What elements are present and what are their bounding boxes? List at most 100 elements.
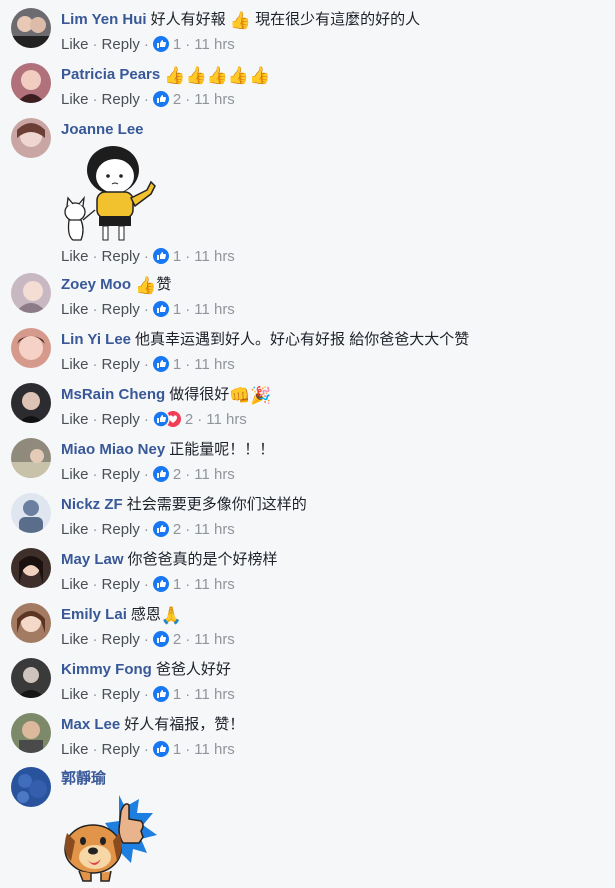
reaction-count[interactable]: 2	[173, 466, 181, 483]
like-button[interactable]: Like	[61, 631, 89, 648]
like-reaction-icon[interactable]	[152, 248, 169, 270]
like-love-reaction-icon[interactable]	[152, 410, 181, 433]
avatar[interactable]	[11, 658, 51, 698]
comment-author[interactable]: Nickz ZF	[61, 496, 123, 513]
avatar[interactable]	[11, 8, 51, 48]
comment-text: 感恩	[130, 606, 161, 623]
reaction-count[interactable]: 2	[185, 411, 193, 428]
like-reaction-icon[interactable]	[152, 36, 169, 58]
avatar[interactable]	[11, 603, 51, 643]
avatar[interactable]	[11, 383, 51, 423]
comment-text: 好人有福报，赞！	[124, 716, 245, 733]
reaction-count[interactable]: 1	[173, 686, 181, 703]
reply-button[interactable]: Reply	[102, 521, 140, 538]
comments-feed: Lim Yen Hui 好人有好報 👍 現在很少有這麼的好的人 Like · Repl…	[0, 0, 615, 885]
thumbs-up-emoji: 👍👍👍👍👍	[164, 66, 271, 85]
like-button[interactable]: Like	[61, 741, 89, 758]
avatar[interactable]	[11, 713, 51, 753]
comment-timestamp[interactable]: 11 hrs	[206, 411, 247, 428]
comment-author[interactable]: Max Lee	[61, 716, 120, 733]
comment-text: 爸爸人好好	[155, 661, 231, 678]
girl-cat-sticker[interactable]	[61, 140, 161, 249]
comment-timestamp[interactable]: 11 hrs	[194, 631, 235, 648]
reaction-count[interactable]: 1	[173, 741, 181, 758]
dog-thumbs-up-sticker[interactable]	[61, 791, 161, 888]
like-reaction-icon[interactable]	[152, 741, 169, 763]
comment-author[interactable]: MsRain Cheng	[61, 386, 165, 403]
reply-button[interactable]: Reply	[102, 301, 140, 318]
reaction-count[interactable]: 1	[173, 301, 181, 318]
comment-author[interactable]: Kimmy Fong	[61, 661, 152, 678]
like-button[interactable]: Like	[61, 248, 89, 265]
like-button[interactable]: Like	[61, 301, 89, 318]
comment-timestamp[interactable]: 11 hrs	[194, 521, 235, 538]
comment-author[interactable]: Emily Lai	[61, 606, 127, 623]
reply-button[interactable]: Reply	[102, 741, 140, 758]
reply-button[interactable]: Reply	[102, 411, 140, 428]
like-reaction-icon[interactable]	[152, 301, 169, 323]
comment-timestamp[interactable]: 11 hrs	[194, 686, 235, 703]
comment-text: 赞	[156, 276, 172, 293]
comment-text: 他真幸运遇到好人。好心有好报 給你爸爸大大个赞	[135, 331, 470, 348]
comment-timestamp[interactable]: 11 hrs	[194, 91, 235, 108]
like-reaction-icon[interactable]	[152, 466, 169, 488]
reply-button[interactable]: Reply	[102, 466, 140, 483]
like-reaction-icon[interactable]	[152, 521, 169, 543]
comment-timestamp[interactable]: 11 hrs	[194, 741, 235, 758]
avatar[interactable]	[11, 493, 51, 533]
comment-author[interactable]: May Law	[61, 551, 124, 568]
reply-button[interactable]: Reply	[102, 356, 140, 373]
reply-button[interactable]: Reply	[102, 631, 140, 648]
like-button[interactable]: Like	[61, 411, 89, 428]
like-button[interactable]: Like	[61, 466, 89, 483]
reply-button[interactable]: Reply	[102, 36, 140, 53]
comment-author[interactable]: Lim Yen Hui	[61, 11, 147, 28]
like-reaction-icon[interactable]	[152, 356, 169, 378]
comment-author[interactable]: Joanne Lee	[61, 121, 144, 138]
avatar[interactable]	[11, 438, 51, 478]
comment-timestamp[interactable]: 11 hrs	[194, 466, 235, 483]
reply-button[interactable]: Reply	[102, 686, 140, 703]
thumbs-up-emoji: 👍	[135, 276, 157, 295]
reply-button[interactable]: Reply	[102, 248, 140, 265]
like-button[interactable]: Like	[61, 686, 89, 703]
like-reaction-icon[interactable]	[152, 686, 169, 708]
thumbs-up-emoji: 👍	[229, 11, 251, 30]
reply-button[interactable]: Reply	[102, 576, 140, 593]
avatar[interactable]	[11, 63, 51, 103]
comment-timestamp[interactable]: 11 hrs	[194, 248, 235, 265]
avatar[interactable]	[11, 548, 51, 588]
reaction-count[interactable]: 2	[173, 91, 181, 108]
comment-author[interactable]: 郭靜瑜	[61, 770, 106, 787]
reaction-count[interactable]: 1	[173, 248, 181, 265]
like-button[interactable]: Like	[61, 521, 89, 538]
like-button[interactable]: Like	[61, 36, 89, 53]
comment-author[interactable]: Zoey Moo	[61, 276, 131, 293]
like-button[interactable]: Like	[61, 356, 89, 373]
comment-timestamp[interactable]: 11 hrs	[194, 356, 235, 373]
like-reaction-icon[interactable]	[152, 91, 169, 113]
comment-author[interactable]: Patricia Pears	[61, 66, 160, 83]
comment-timestamp[interactable]: 11 hrs	[194, 576, 235, 593]
reply-button[interactable]: Reply	[102, 91, 140, 108]
avatar[interactable]	[11, 767, 51, 807]
avatar[interactable]	[11, 328, 51, 368]
comment-timestamp[interactable]: 11 hrs	[194, 36, 235, 53]
like-button[interactable]: Like	[61, 91, 89, 108]
fist-emoji: 👊	[229, 386, 251, 405]
like-button[interactable]: Like	[61, 576, 89, 593]
folded-hands-emoji: 🙏	[160, 606, 183, 625]
comment-text: 做得很好	[169, 386, 230, 403]
comment-author[interactable]: Miao Miao Ney	[61, 441, 165, 458]
avatar[interactable]	[11, 273, 51, 313]
reaction-count[interactable]: 1	[173, 356, 181, 373]
comment-author[interactable]: Lin Yi Lee	[61, 331, 131, 348]
reaction-count[interactable]: 1	[173, 36, 181, 53]
avatar[interactable]	[11, 118, 51, 158]
reaction-count[interactable]: 2	[173, 521, 181, 538]
reaction-count[interactable]: 2	[173, 631, 181, 648]
like-reaction-icon[interactable]	[152, 631, 169, 653]
like-reaction-icon[interactable]	[152, 576, 169, 598]
reaction-count[interactable]: 1	[173, 576, 181, 593]
comment-timestamp[interactable]: 11 hrs	[194, 301, 235, 318]
